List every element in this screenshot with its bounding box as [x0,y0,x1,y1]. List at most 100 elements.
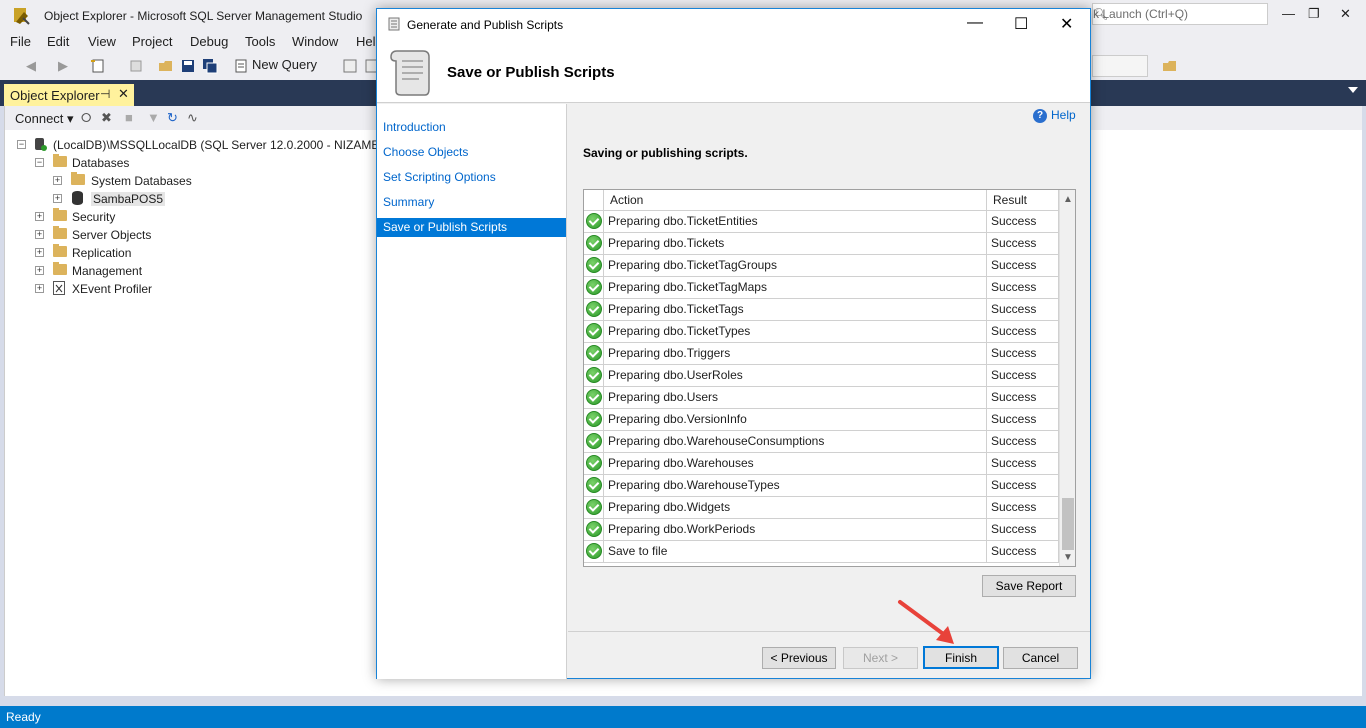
collapse-icon[interactable]: − [17,140,26,149]
previous-button[interactable]: < Previous [762,647,836,669]
minimize-icon[interactable]: — [967,14,983,32]
table-row[interactable]: Preparing dbo.UserRoles Success [584,365,1059,387]
close-tab-icon[interactable]: ✕ [118,86,129,102]
menu-view[interactable]: View [88,34,116,49]
new-query-icon[interactable] [233,58,249,74]
result-cell: Success [987,409,1059,430]
cancel-button[interactable]: Cancel [1003,647,1078,669]
table-row[interactable]: Preparing dbo.Warehouses Success [584,453,1059,475]
table-row[interactable]: Preparing dbo.Tickets Success [584,233,1059,255]
connect-button[interactable]: Connect ▾ [15,111,74,127]
disconnect-icon[interactable]: ✖ [101,110,112,126]
help-link[interactable]: Help [1051,108,1076,122]
status-cell [584,277,604,298]
table-row[interactable]: Preparing dbo.VersionInfo Success [584,409,1059,431]
table-row[interactable]: Preparing dbo.TicketEntities Success [584,211,1059,233]
nav-set-scripting-options[interactable]: Set Scripting Options [377,168,566,187]
xevent-icon [53,281,65,295]
action-cell: Preparing dbo.Users [604,387,987,408]
nav-introduction[interactable]: Introduction [377,118,566,137]
table-row[interactable]: Preparing dbo.WarehouseTypes Success [584,475,1059,497]
success-check-icon [586,301,602,317]
tree-node-label: XEvent Profiler [72,282,153,296]
table-row[interactable]: Preparing dbo.TicketTags Success [584,299,1059,321]
scroll-down-icon[interactable]: ▼ [1063,552,1073,563]
table-row[interactable]: Preparing dbo.TicketTagGroups Success [584,255,1059,277]
nav-save-or-publish-scripts[interactable]: Save or Publish Scripts [377,218,566,237]
folder-icon [53,154,67,167]
generate-scripts-dialog: Generate and Publish Scripts — ☐ ✕ Save … [376,8,1091,679]
menu-file[interactable]: File [10,34,31,49]
help-icon[interactable]: ? [1033,109,1047,123]
success-check-icon [586,279,602,295]
status-bar: Ready [0,706,1366,728]
table-row[interactable]: Preparing dbo.Triggers Success [584,343,1059,365]
add-item-icon[interactable] [128,58,144,74]
menu-debug[interactable]: Debug [190,34,228,49]
menu-project[interactable]: Project [132,34,172,49]
database-selector[interactable] [1092,55,1148,77]
nav-choose-objects[interactable]: Choose Objects [377,143,566,162]
menu-tools[interactable]: Tools [245,34,275,49]
save-report-button[interactable]: Save Report [982,575,1076,597]
maximize-icon[interactable]: ☐ [1014,14,1028,34]
new-query-button[interactable]: New Query [252,57,317,72]
close-icon[interactable]: ✕ [1340,6,1351,22]
close-icon[interactable]: ✕ [1060,14,1073,34]
forward-icon[interactable]: ▶ [58,58,74,74]
table-row[interactable]: Save to file Success [584,541,1059,563]
success-check-icon [586,543,602,559]
quick-launch-input[interactable]: k Launch (Ctrl+Q) 🔍︎ [1092,3,1268,25]
action-column-header[interactable]: Action [604,190,987,211]
open-file-icon[interactable] [158,58,174,74]
stop-icon[interactable]: ■ [125,110,133,125]
pin-icon[interactable]: ⊣ [100,87,110,101]
action-cell: Preparing dbo.TicketTags [604,299,987,320]
table-row[interactable]: Preparing dbo.Users Success [584,387,1059,409]
success-check-icon [586,455,602,471]
menu-window[interactable]: Window [292,34,338,49]
back-icon[interactable]: ◀ [26,58,42,74]
vertical-scrollbar[interactable]: ▲ ▼ [1059,190,1075,566]
scrollbar-thumb[interactable] [1062,498,1074,550]
save-all-icon[interactable] [202,58,218,74]
save-icon[interactable] [180,58,196,74]
result-cell: Success [987,475,1059,496]
table-row[interactable]: Preparing dbo.TicketTagMaps Success [584,277,1059,299]
expand-icon[interactable]: + [35,266,44,275]
expand-icon[interactable]: + [35,284,44,293]
nav-summary[interactable]: Summary [377,193,566,212]
result-cell: Success [987,387,1059,408]
table-row[interactable]: Preparing dbo.WarehouseConsumptions Succe… [584,431,1059,453]
menu-help[interactable]: Hel [356,34,376,49]
app-title: Object Explorer - Microsoft SQL Server M… [44,9,363,23]
new-project-icon[interactable] [90,58,106,74]
minimize-icon[interactable]: — [1282,6,1295,21]
status-cell [584,497,604,518]
success-check-icon [586,235,602,251]
database-icon [72,191,83,205]
menu-edit[interactable]: Edit [47,34,69,49]
table-row[interactable]: Preparing dbo.TicketTypes Success [584,321,1059,343]
expand-icon[interactable]: + [35,248,44,257]
tree-node-label: Security [72,210,116,224]
result-column-header[interactable]: Result [987,190,1059,211]
expand-icon[interactable]: + [53,176,62,185]
activity-monitor-icon[interactable]: ∿ [187,110,198,126]
connect-plug-icon[interactable]: ⭘ [81,110,91,126]
object-explorer-tab[interactable]: Object Explorer ⊣ ✕ [4,84,134,106]
mdx-query-icon[interactable] [342,58,358,74]
properties-icon[interactable] [1162,58,1178,74]
expand-icon[interactable]: + [53,194,62,203]
filter-icon[interactable]: ▼ [147,110,160,125]
collapse-icon[interactable]: − [35,158,44,167]
expand-icon[interactable]: + [35,212,44,221]
connect-label: Connect [15,111,64,126]
expand-icon[interactable]: + [35,230,44,239]
restore-icon[interactable]: ❐ [1308,6,1320,22]
table-row[interactable]: Preparing dbo.WorkPeriods Success [584,519,1059,541]
refresh-icon[interactable]: ↻ [167,110,178,126]
chevron-down-icon[interactable] [1348,87,1358,93]
table-row[interactable]: Preparing dbo.Widgets Success [584,497,1059,519]
scroll-up-icon[interactable]: ▲ [1063,194,1073,205]
